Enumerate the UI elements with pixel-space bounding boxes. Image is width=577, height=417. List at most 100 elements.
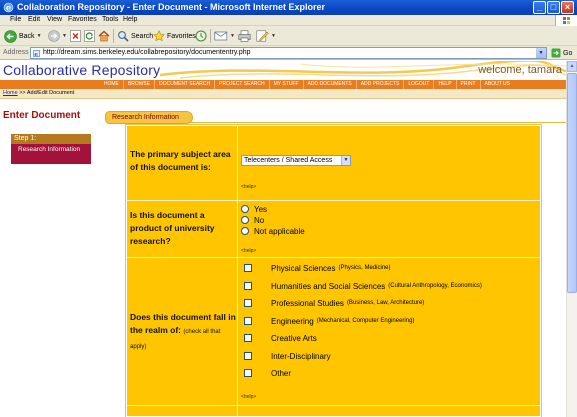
checkbox-creative-arts[interactable]: Creative Arts bbox=[244, 333, 317, 343]
nav-project-search[interactable]: PROJECT SEARCH bbox=[214, 80, 268, 89]
vertical-scrollbar[interactable]: ▲ bbox=[566, 61, 577, 417]
breadcrumb-home-link[interactable]: Home bbox=[3, 90, 18, 96]
checkbox[interactable] bbox=[244, 352, 252, 360]
checkbox-other[interactable]: Other bbox=[244, 368, 291, 378]
radio-button[interactable] bbox=[241, 205, 249, 213]
scrollbar-thumb[interactable] bbox=[567, 73, 577, 293]
close-button[interactable]: × bbox=[561, 1, 574, 14]
maximize-button[interactable]: □ bbox=[547, 1, 560, 14]
menu-view[interactable]: View bbox=[47, 16, 62, 23]
checkbox[interactable] bbox=[244, 317, 252, 325]
stop-icon bbox=[70, 30, 81, 42]
svg-text:e: e bbox=[34, 52, 38, 57]
checkbox[interactable] bbox=[244, 282, 252, 290]
history-icon bbox=[195, 30, 207, 42]
go-button[interactable]: Go bbox=[551, 47, 572, 59]
section-tab-research-information: Research Information bbox=[105, 111, 193, 124]
svg-text:e: e bbox=[6, 3, 11, 13]
print-button[interactable] bbox=[238, 29, 251, 43]
nav-browse[interactable]: BROWSE bbox=[122, 80, 154, 89]
radio-button[interactable] bbox=[241, 227, 249, 235]
nav-logout[interactable]: LOGOUT bbox=[403, 80, 433, 89]
menu-favorites[interactable]: Favorites bbox=[68, 16, 97, 23]
chevron-down-icon: ▼ bbox=[271, 33, 276, 39]
menu-file[interactable]: File bbox=[10, 16, 21, 23]
help-link[interactable]: <help> bbox=[241, 184, 256, 190]
step-item-research-information[interactable]: Research Information bbox=[11, 144, 91, 164]
breadcrumb-current: >> Add/Edit Document bbox=[17, 90, 75, 96]
menu-bar: File Edit View Favorites Tools Help bbox=[0, 15, 577, 26]
form-row-university-research: Is this document a product of university… bbox=[127, 200, 540, 257]
forward-button[interactable]: ▼ bbox=[48, 29, 67, 43]
help-link[interactable]: <help> bbox=[241, 394, 256, 400]
page-title: Enter Document bbox=[3, 110, 81, 121]
mail-icon bbox=[214, 31, 228, 41]
scroll-up-arrow-icon[interactable]: ▲ bbox=[567, 61, 577, 72]
menu-help[interactable]: Help bbox=[123, 16, 137, 23]
nav-help[interactable]: HELP bbox=[433, 80, 455, 89]
step-title: Step 1: bbox=[11, 134, 91, 144]
edit-button[interactable]: ▼ bbox=[256, 29, 276, 43]
radio-yes[interactable]: Yes bbox=[241, 204, 267, 214]
primary-subject-select[interactable]: Telecenters / Shared Access ▼ bbox=[241, 155, 351, 166]
primary-subject-selected: Telecenters / Shared Access bbox=[244, 157, 333, 164]
nav-about-us[interactable]: ABOUT US bbox=[479, 80, 514, 89]
address-input[interactable]: e http://dream.sims.berkeley.edu/collabr… bbox=[30, 47, 547, 59]
favorites-button[interactable]: Favorites bbox=[153, 29, 196, 43]
window-title-bar: e Collaboration Repository - Enter Docum… bbox=[0, 0, 577, 15]
home-icon bbox=[98, 30, 110, 42]
search-button[interactable]: Search bbox=[117, 29, 153, 43]
back-button[interactable]: Back ▼ bbox=[4, 29, 42, 43]
site-header: Collaborative Repository welcome, tamara bbox=[0, 61, 566, 80]
mail-button[interactable]: ▼ bbox=[214, 29, 235, 43]
checkbox-engineering[interactable]: Engineering (Mechanical, Computer Engine… bbox=[244, 316, 414, 326]
menu-tools[interactable]: Tools bbox=[102, 16, 118, 23]
research-form: The primary subject area of this documen… bbox=[125, 124, 542, 417]
back-arrow-icon bbox=[4, 29, 17, 43]
stop-button[interactable] bbox=[70, 29, 81, 43]
minimize-button[interactable]: _ bbox=[533, 1, 546, 14]
checkbox-inter-disciplinary[interactable]: Inter-Disciplinary bbox=[244, 351, 331, 361]
chevron-down-icon: ▼ bbox=[341, 156, 350, 165]
home-button[interactable] bbox=[98, 29, 110, 43]
nav-home[interactable]: HOME bbox=[100, 80, 123, 89]
toolbar-separator bbox=[210, 29, 211, 43]
chevron-down-icon: ▼ bbox=[36, 33, 42, 39]
radio-no[interactable]: No bbox=[241, 215, 264, 225]
nav-add-documents[interactable]: ADD DOCUMENTS bbox=[302, 80, 356, 89]
page-viewport: Collaborative Repository welcome, tamara… bbox=[0, 61, 566, 417]
checkbox[interactable] bbox=[244, 334, 252, 342]
refresh-button[interactable] bbox=[84, 29, 95, 43]
nav-document-search[interactable]: DOCUMENT SEARCH bbox=[154, 80, 214, 89]
section-divider bbox=[180, 122, 566, 123]
address-url: http://dream.sims.berkeley.edu/collabrep… bbox=[43, 49, 251, 56]
radio-not-applicable[interactable]: Not applicable bbox=[241, 226, 305, 236]
form-row-next bbox=[127, 405, 540, 417]
site-title: Collaborative Repository bbox=[3, 62, 161, 78]
nav-my-stuff[interactable]: MY STUFF bbox=[268, 80, 303, 89]
checkbox-humanities-social-sciences[interactable]: Humanities and Social Sciences (Cultural… bbox=[244, 281, 482, 291]
checkbox-physical-sciences[interactable]: Physical Sciences (Physics, Medicine) bbox=[244, 263, 391, 273]
form-row-primary-subject: The primary subject area of this documen… bbox=[127, 126, 540, 200]
site-nav-bar: HOME BROWSE DOCUMENT SEARCH PROJECT SEAR… bbox=[0, 80, 566, 89]
media-button[interactable] bbox=[195, 29, 207, 43]
search-icon bbox=[118, 31, 129, 42]
help-link[interactable]: <help> bbox=[241, 248, 256, 254]
nav-print[interactable]: PRINT bbox=[455, 80, 480, 89]
radio-button[interactable] bbox=[241, 216, 249, 224]
nav-add-projects[interactable]: ADD PROJECTS bbox=[355, 80, 404, 89]
star-icon bbox=[153, 30, 165, 42]
address-dropdown-button[interactable]: ▼ bbox=[536, 48, 546, 58]
forward-arrow-icon bbox=[48, 30, 60, 42]
welcome-message: welcome, tamara bbox=[478, 64, 562, 76]
checkbox[interactable] bbox=[244, 299, 252, 307]
form-row-realm: Does this document fall in the realm of:… bbox=[127, 257, 540, 405]
checkbox-professional-studies[interactable]: Professional Studies (Business, Law, Arc… bbox=[244, 298, 424, 308]
checkbox[interactable] bbox=[244, 264, 252, 272]
address-label: Address bbox=[3, 49, 29, 56]
printer-icon bbox=[238, 30, 251, 42]
university-research-label: Is this document a product of university… bbox=[130, 210, 215, 246]
menu-edit[interactable]: Edit bbox=[28, 16, 40, 23]
window-title: Collaboration Repository - Enter Documen… bbox=[17, 2, 326, 12]
checkbox[interactable] bbox=[244, 369, 252, 377]
